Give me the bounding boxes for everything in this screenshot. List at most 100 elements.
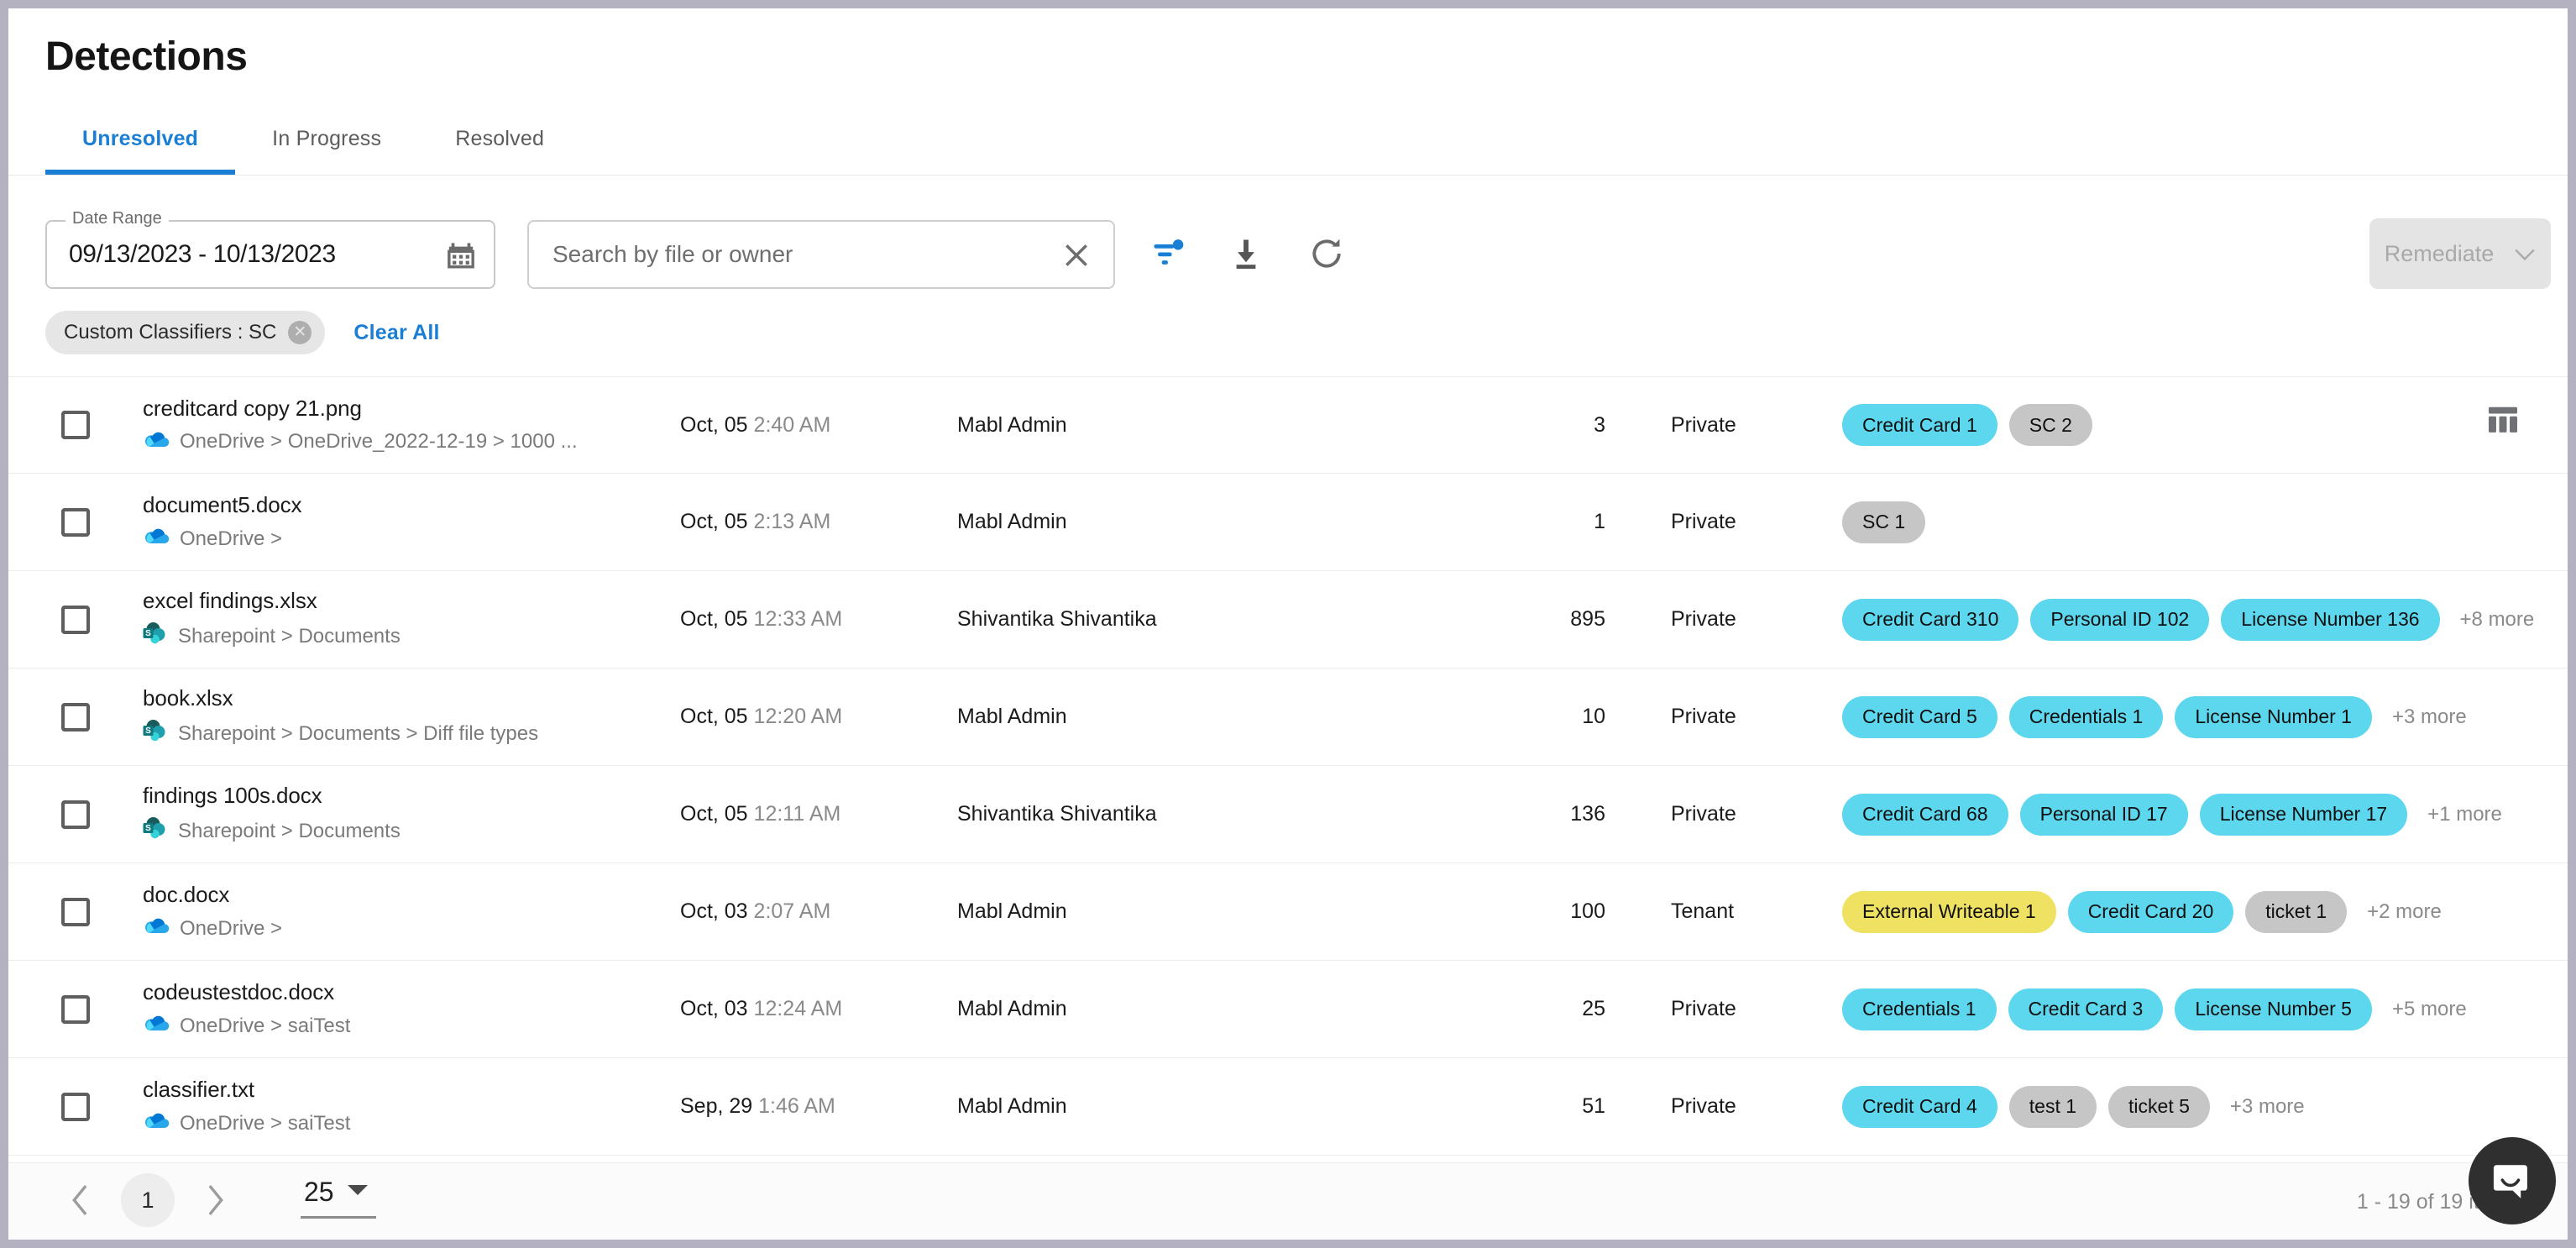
detection-tag[interactable]: Credit Card 68: [1842, 793, 2008, 836]
detection-count-cell: 136: [1570, 802, 1605, 826]
detection-tag[interactable]: ticket 1: [2245, 890, 2348, 933]
calendar-icon[interactable]: [447, 241, 475, 271]
detection-tag[interactable]: Credit Card 3: [2008, 988, 2164, 1030]
detection-tag[interactable]: License Number 17: [2199, 793, 2408, 836]
table-row[interactable]: document5.docx OneDrive > Oct, 05 2:13 AM M…: [8, 474, 2568, 571]
detection-tag[interactable]: License Number 136: [2221, 598, 2440, 641]
row-select-cell: [8, 1092, 143, 1121]
page-size-select[interactable]: 25: [301, 1177, 376, 1219]
table-row[interactable]: doc.docx OneDrive > Oct, 03 2:07 AM Mabl Ad…: [8, 863, 2568, 961]
file-name[interactable]: classifier.txt: [143, 1077, 680, 1103]
download-icon[interactable]: [1228, 235, 1264, 276]
detection-tag[interactable]: SC 2: [2008, 404, 2092, 446]
file-name[interactable]: doc.docx: [143, 882, 680, 908]
pagination: 1: [59, 1173, 237, 1227]
onedrive-icon: [143, 1110, 170, 1136]
date-range-field[interactable]: Date Range 09/13/2023 - 10/13/2023: [45, 209, 495, 289]
owner-cell: Shivantika Shivantika: [957, 607, 1157, 631]
tab-unresolved[interactable]: Unresolved: [45, 127, 236, 175]
table-row[interactable]: findings 100s.docx S Sharepoint > Document…: [8, 766, 2568, 863]
tab-resolved[interactable]: Resolved: [418, 127, 581, 175]
detection-tag[interactable]: SC 1: [1842, 501, 1926, 543]
table-row[interactable]: book.xlsx S Sharepoint > Documents > Diff …: [8, 669, 2568, 766]
file-name[interactable]: codeustestdoc.docx: [143, 979, 680, 1005]
row-checkbox[interactable]: [61, 605, 90, 634]
sharepoint-icon: S: [143, 816, 168, 846]
file-name[interactable]: document5.docx: [143, 492, 680, 518]
row-checkbox[interactable]: [61, 411, 90, 439]
file-name[interactable]: book.xlsx: [143, 685, 680, 711]
filter-icon[interactable]: [1149, 235, 1187, 276]
detection-tag[interactable]: Personal ID 17: [2019, 793, 2188, 836]
detection-tag[interactable]: Credit Card 5: [1842, 695, 1997, 738]
more-tags-label[interactable]: +2 more: [2367, 900, 2442, 924]
table-row[interactable]: creditcard copy 21.png OneDrive > OneDriv…: [8, 376, 2568, 474]
detection-tag[interactable]: Credit Card 4: [1842, 1085, 1997, 1128]
filter-chip-custom-classifiers[interactable]: Custom Classifiers : SC ✕: [45, 311, 326, 354]
detection-tag[interactable]: License Number 1: [2175, 695, 2372, 738]
detection-tag[interactable]: Credit Card 20: [2067, 890, 2234, 933]
filter-chip-label: Custom Classifiers : SC: [64, 321, 277, 343]
tab-in-progress[interactable]: In Progress: [235, 127, 418, 175]
search-field[interactable]: [527, 220, 1115, 289]
clear-all-button[interactable]: Clear All: [353, 321, 439, 345]
more-tags-label[interactable]: +1 more: [2427, 803, 2502, 826]
filter-bar: Date Range 09/13/2023 - 10/13/2023 Searc…: [8, 207, 2568, 291]
file-name[interactable]: creditcard copy 21.png: [143, 396, 680, 422]
search-input[interactable]: [552, 222, 1023, 287]
svg-text:S: S: [145, 726, 151, 736]
detection-tag[interactable]: Credentials 1: [1842, 988, 1997, 1030]
detection-tag[interactable]: Personal ID 102: [2030, 598, 2210, 641]
detection-tag[interactable]: test 1: [2008, 1085, 2097, 1128]
file-path-text: Sharepoint > Documents: [178, 819, 401, 842]
intercom-chat-icon[interactable]: [2469, 1137, 2556, 1224]
row-checkbox[interactable]: [61, 702, 90, 731]
row-checkbox[interactable]: [61, 994, 90, 1024]
detection-tag[interactable]: Credit Card 310: [1842, 598, 2019, 641]
svg-text:S: S: [145, 824, 151, 833]
access-cell: Private: [1671, 607, 1736, 631]
detected-date: Oct, 05: [680, 510, 748, 533]
file-name[interactable]: excel findings.xlsx: [143, 588, 680, 614]
detection-tag[interactable]: Credentials 1: [2008, 695, 2164, 738]
row-checkbox[interactable]: [61, 800, 90, 829]
table-row[interactable]: classifier.txt OneDrive > saiTest Sep, 29 …: [8, 1058, 2568, 1156]
detection-tag[interactable]: License Number 5: [2175, 988, 2372, 1030]
detection-tag[interactable]: Credit Card 1: [1842, 404, 1997, 446]
onedrive-icon: [143, 429, 170, 455]
tags-cell: Credit Card 4 test 1 ticket 5 +3 more: [1805, 1085, 2568, 1128]
owner-cell: Mabl Admin: [957, 412, 1067, 437]
detection-tag[interactable]: External Writeable 1: [1842, 890, 2056, 933]
tags-cell: Credit Card 5 Credentials 1 License Number…: [1805, 695, 2568, 738]
table-row[interactable]: codeustestdoc.docx OneDrive > saiTest Oct,…: [8, 961, 2568, 1058]
more-tags-label[interactable]: +5 more: [2392, 998, 2467, 1021]
close-icon[interactable]: [1060, 239, 1093, 272]
row-select-cell: [8, 897, 143, 926]
more-tags-label[interactable]: +3 more: [2392, 705, 2467, 729]
file-cell: excel findings.xlsx S Sharepoint > Documen…: [143, 588, 680, 651]
row-checkbox[interactable]: [61, 897, 90, 926]
table-row[interactable]: excel findings.xlsx S Sharepoint > Documen…: [8, 571, 2568, 669]
row-select-cell: [8, 702, 143, 731]
row-checkbox[interactable]: [61, 1092, 90, 1121]
file-path-text: OneDrive > OneDrive_2022-12-19 > 1000 ..…: [180, 430, 578, 453]
detection-count-cell: 51: [1582, 1094, 1605, 1118]
file-name[interactable]: findings 100s.docx: [143, 783, 680, 809]
more-tags-label[interactable]: +3 more: [2230, 1095, 2305, 1119]
close-icon[interactable]: ✕: [288, 321, 312, 344]
page-number-1[interactable]: 1: [121, 1173, 175, 1227]
remediate-button[interactable]: Remediate: [2369, 218, 2551, 289]
row-checkbox[interactable]: [61, 507, 90, 537]
access-cell: Private: [1671, 997, 1736, 1020]
more-tags-label[interactable]: +8 more: [2460, 608, 2535, 632]
detection-tag[interactable]: ticket 5: [2108, 1085, 2210, 1128]
file-cell: book.xlsx S Sharepoint > Documents > Diff …: [143, 685, 680, 748]
refresh-icon[interactable]: [1308, 235, 1345, 276]
detected-time: 2:13 AM: [753, 510, 831, 533]
detected-date: Oct, 03: [680, 997, 748, 1020]
table-footer: 1 25 1 - 19 of 19 items: [8, 1162, 2568, 1240]
detected-date-cell: Oct, 05 12:20 AM: [680, 705, 957, 729]
chevron-right-icon[interactable]: [193, 1178, 237, 1222]
chevron-left-icon[interactable]: [59, 1178, 102, 1222]
file-path-text: OneDrive >: [180, 527, 283, 550]
